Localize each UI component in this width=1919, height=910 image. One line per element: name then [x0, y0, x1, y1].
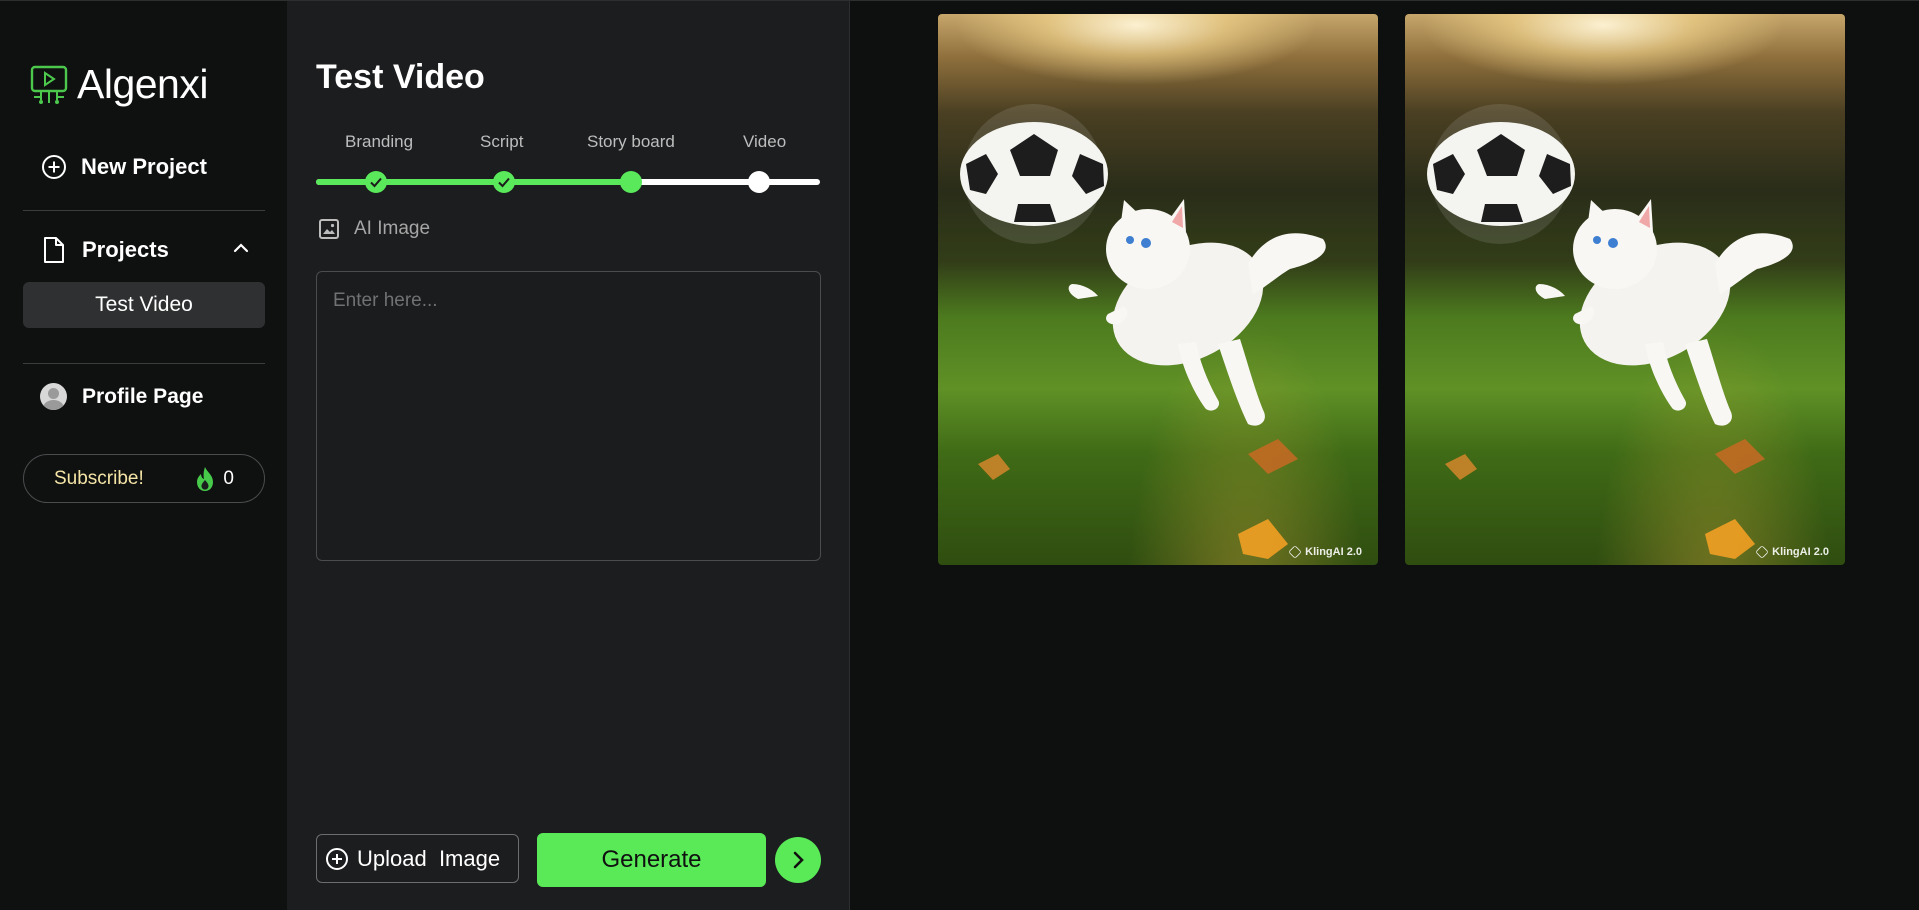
chevron-right-icon — [793, 851, 804, 869]
projects-label: Projects — [82, 237, 169, 262]
subscribe-pill: Subscribe! 0 — [23, 454, 265, 503]
check-icon — [370, 177, 382, 188]
kling-logo-icon — [1288, 545, 1302, 559]
sidebar-divider — [23, 210, 265, 211]
sidebar: Algenxi New Project Projects Test Video … — [0, 1, 287, 910]
step-label-branding: Branding — [345, 132, 414, 151]
new-project-button[interactable]: New Project — [41, 154, 207, 180]
upload-image-label: Upload Image — [357, 845, 501, 871]
image-icon — [319, 219, 339, 239]
watermark-text: KlingAI 2.0 — [1772, 546, 1829, 558]
step-dot-script[interactable] — [493, 171, 515, 193]
generate-button[interactable]: Generate — [537, 833, 766, 887]
page-title: Test Video — [316, 58, 485, 96]
next-step-button[interactable] — [775, 837, 821, 883]
kitten-soccer-scene — [1427, 104, 1793, 559]
credits-counter: 0 — [194, 466, 234, 492]
app-logo[interactable]: Algenxi — [29, 61, 208, 108]
generated-image-2[interactable]: KlingAI 2.0 — [1405, 14, 1845, 565]
ai-image-mode[interactable]: AI Image — [318, 218, 430, 240]
step-dot-branding[interactable] — [365, 171, 387, 193]
step-label-storyboard: Story board — [587, 132, 675, 151]
plus-circle-icon — [326, 847, 348, 870]
fire-icon — [197, 466, 214, 491]
project-item-label: Test Video — [95, 293, 193, 316]
monitor-logo-icon — [30, 65, 68, 104]
avatar — [40, 383, 67, 410]
credits-count: 0 — [223, 467, 234, 489]
step-dot-storyboard[interactable] — [620, 171, 642, 193]
sidebar-divider — [23, 363, 265, 364]
kitten-soccer-scene — [960, 104, 1326, 559]
check-icon — [498, 177, 510, 188]
upload-image-button[interactable]: Upload Image — [316, 834, 519, 883]
watermark-text: KlingAI 2.0 — [1305, 546, 1362, 558]
plus-circle-icon — [42, 155, 66, 179]
subscribe-button[interactable]: Subscribe! — [54, 468, 144, 490]
projects-toggle[interactable]: Projects — [43, 236, 249, 264]
progress-fill — [316, 179, 634, 185]
generated-image-1[interactable]: KlingAI 2.0 — [938, 14, 1378, 565]
app-name: Algenxi — [77, 61, 208, 107]
prompt-input[interactable] — [316, 271, 821, 561]
profile-page-link[interactable]: Profile Page — [40, 383, 203, 410]
editor-panel: Test Video Branding Script Story board V… — [287, 1, 850, 910]
document-icon — [44, 237, 64, 263]
step-label-video: Video — [743, 132, 787, 151]
kling-logo-icon — [1755, 545, 1769, 559]
new-project-label: New Project — [81, 154, 207, 179]
image-watermark: KlingAI 2.0 — [1288, 545, 1362, 559]
step-dot-video[interactable] — [748, 171, 770, 193]
step-label-script: Script — [480, 132, 524, 151]
profile-page-label: Profile Page — [82, 384, 204, 408]
sidebar-item-test-video[interactable]: Test Video — [23, 282, 265, 328]
image-watermark: KlingAI 2.0 — [1755, 545, 1829, 559]
chevron-up-icon[interactable] — [233, 240, 249, 256]
ai-image-label: AI Image — [354, 218, 431, 239]
